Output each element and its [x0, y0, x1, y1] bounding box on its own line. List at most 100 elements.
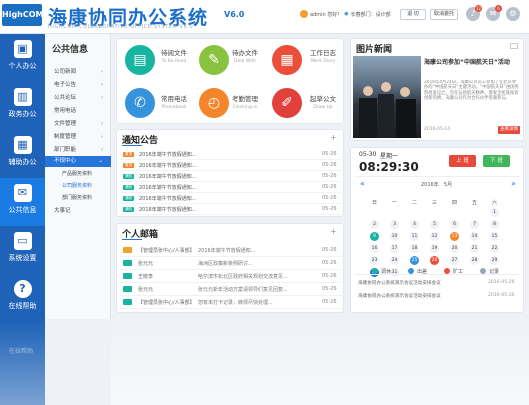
calendar-day[interactable]: 12 [430, 232, 439, 241]
mail-subject[interactable]: 您有未打卡记录，麻烦尽快处理... [198, 299, 273, 306]
calendar-day[interactable]: 28 [470, 256, 479, 265]
notice-tag: 置顶 [123, 163, 134, 168]
mail-subject[interactable]: 哈尔滨市松北区政府相关规划交流意见... [198, 273, 288, 280]
calendar-day[interactable]: 1 [490, 208, 499, 217]
notice-text[interactable]: 2016年端午节放假通知... [139, 162, 197, 169]
nav-online-help[interactable]: ? 在线帮助 [0, 274, 45, 322]
subnav-chronicle[interactable]: 大事记 [45, 206, 111, 217]
news-headline[interactable]: 海康公司参加“中国航天日”活动 [424, 59, 520, 67]
calendar-day[interactable]: 25 [410, 256, 419, 265]
calendar-day[interactable]: 6 [450, 220, 459, 229]
nav-government-office[interactable]: ▥ 政务办公 [0, 82, 45, 130]
notice-text[interactable]: 2016年端午节放假通知... [139, 206, 197, 213]
expand-icon[interactable] [510, 43, 518, 49]
calendar-day[interactable]: 13 [450, 232, 459, 241]
calendar-day[interactable]: 31 [390, 268, 399, 277]
calendar-day[interactable]: 19 [430, 244, 439, 253]
row-divider [120, 282, 344, 283]
notice-text[interactable]: 2016年端午节放假通知... [139, 195, 197, 202]
calendar-event[interactable]: 海康协同办公系统演示会议活动安排会议 [358, 280, 478, 286]
nav-public-info[interactable]: ✉ 公共信息 [0, 178, 45, 226]
calendar-day[interactable]: 4 [410, 220, 419, 229]
calendar-day[interactable]: 8 [490, 220, 499, 229]
mail-subject[interactable]: 张元元新年活动方案请领导们意见回复... [198, 286, 288, 293]
subnav-company-news[interactable]: 公司新闻 › [45, 67, 111, 78]
cancel-delegation-button[interactable]: 取消委托 [430, 9, 458, 20]
calendar-month: 5月 [444, 182, 453, 188]
app-sublabel: Work Diary [310, 59, 336, 64]
chevron-down-icon: ⌄ [98, 158, 103, 164]
notification-badge: 12 [475, 5, 482, 12]
subnav-label: 部门职能 [54, 147, 77, 153]
clock-out-button[interactable]: 下 班 [483, 155, 510, 167]
notice-text[interactable]: 2016年端午节放假通知... [139, 151, 197, 158]
mail-sender[interactable]: 【管理员张中心/人事部】 [138, 299, 195, 306]
mail-date: 05-26 [322, 273, 337, 279]
notice-text[interactable]: 2016年端午节放假通知... [139, 184, 197, 191]
calendar-day[interactable]: 17 [390, 244, 399, 253]
news-detail-button[interactable]: 查看详情 [498, 126, 520, 134]
subnav-dept-function[interactable]: 部门职能 › [45, 145, 111, 156]
app-label[interactable]: 起草公文 [288, 93, 358, 103]
calendar-weekday-header: 五 [471, 200, 477, 206]
notice-text[interactable]: 2016年端午节放假通知... [139, 173, 197, 180]
clock-date: 05-30 [359, 151, 377, 158]
calendar-day[interactable]: 24 [390, 256, 399, 265]
calendar-day[interactable]: 5 [430, 220, 439, 229]
calendar-day[interactable]: 3 [390, 220, 399, 229]
mail-sender[interactable]: 张元元 [138, 286, 153, 293]
user-info: admin 您好！ ◉ 长春部门：设计部 [300, 10, 391, 18]
row-divider [120, 159, 344, 160]
nav-system-settings[interactable]: ▭ 系统设置 [0, 226, 45, 274]
calendar-day[interactable]: 9 [370, 232, 379, 241]
calendar-day[interactable]: 26 [430, 256, 439, 265]
app-label[interactable]: 待办文件 [210, 47, 280, 57]
calendar-weekday-header: 三 [431, 200, 437, 206]
chevron-right-icon: › [100, 82, 103, 88]
calendar-day[interactable]: 10 [390, 232, 399, 241]
mail-more-button[interactable]: + [330, 227, 337, 236]
row-divider [120, 308, 344, 309]
calendar-event[interactable]: 海康协同办公系统演示会议活动安排会议 [358, 293, 478, 299]
calendar-day[interactable]: 11 [410, 232, 419, 241]
calendar-day[interactable]: 29 [490, 256, 499, 265]
notice-date: 05-26 [322, 195, 337, 201]
calendar-day[interactable]: 23 [370, 256, 379, 265]
calendar-day[interactable]: 2 [370, 220, 379, 229]
subnav-e-notice[interactable]: 电子公告 › [45, 80, 111, 91]
nav-personal-office[interactable]: ▣ 个人办公 [0, 34, 45, 82]
mail-sender[interactable]: 张元元 [138, 260, 153, 267]
calendar-day[interactable]: 14 [470, 232, 479, 241]
clock-in-button[interactable]: 上 班 [449, 155, 476, 167]
calendar-day[interactable]: 21 [470, 244, 479, 253]
subnav-phone[interactable]: 常用电话 [45, 106, 111, 117]
subnav-product-docs[interactable]: 产品服务资料 [45, 169, 111, 180]
subnav-company-docs[interactable]: 公司服务资料 [45, 181, 111, 192]
calendar-day[interactable]: 7 [470, 220, 479, 229]
news-photo[interactable] [353, 56, 421, 138]
calendar-day[interactable]: 18 [410, 244, 419, 253]
subnav-dept-docs[interactable]: 部门服务资料 [45, 193, 111, 204]
nav-assist-office[interactable]: ▦ 辅助办公 [0, 130, 45, 178]
calendar-next-button[interactable]: » [511, 179, 516, 188]
app-label[interactable]: 考勤管理 [210, 93, 280, 103]
mail-subject[interactable]: 海洲区政策新条例研讨... [198, 260, 253, 267]
calendar-prev-button[interactable]: « [360, 179, 365, 188]
mail-subject[interactable]: 2016年端午节放假通知... [198, 247, 256, 254]
subnav-download-center[interactable]: 不规中心 ⌄ [45, 156, 111, 167]
subnav-forum[interactable]: 公共论坛 › [45, 93, 111, 104]
calendar-day[interactable]: 20 [450, 244, 459, 253]
calendar-day[interactable]: 16 [370, 244, 379, 253]
subnav-file-mgmt[interactable]: 文件管理 › [45, 119, 111, 130]
calendar-day[interactable]: 15 [490, 232, 499, 241]
mail-date: 05-26 [322, 299, 337, 305]
app-label[interactable]: 工作日志 [288, 47, 358, 57]
switch-button[interactable]: 退 切 [400, 9, 426, 20]
mail-sender[interactable]: 王晓李 [138, 273, 153, 280]
calendar-day[interactable]: 22 [490, 244, 499, 253]
mail-sender[interactable]: 【管理员张中心/人事部】 [138, 247, 195, 254]
calendar-day[interactable]: 27 [450, 256, 459, 265]
subnav-policy-mgmt[interactable]: 制度管理 › [45, 132, 111, 143]
notice-more-button[interactable]: + [330, 133, 337, 142]
gear-icon[interactable]: ⚙ [506, 7, 520, 21]
